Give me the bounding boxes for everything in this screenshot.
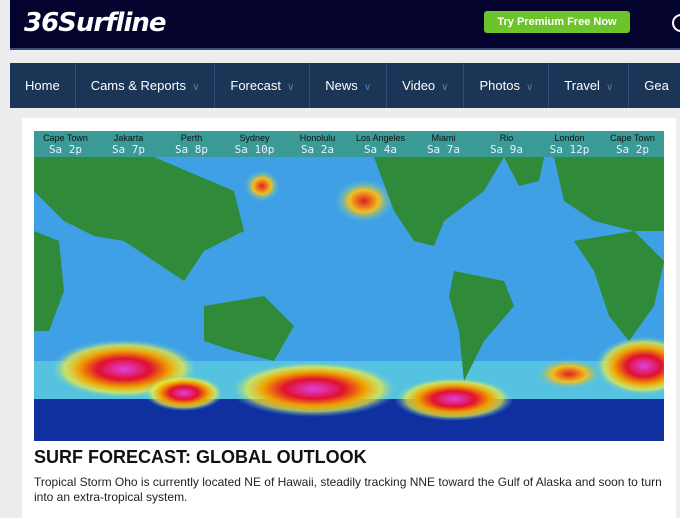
local-time: Sa 2p bbox=[615, 143, 650, 156]
chevron-down-icon: ∨ bbox=[192, 82, 200, 93]
nav-label: Home bbox=[25, 78, 60, 93]
forecast-description: Tropical Storm Oho is currently located … bbox=[34, 475, 662, 504]
nav-label: Photos bbox=[479, 78, 520, 93]
main-nav: Home Cams & Reports ∨ Forecast ∨ News ∨ Video ∨ P… bbox=[10, 63, 680, 108]
nav-label: Forecast bbox=[230, 78, 281, 93]
nav-item-gea[interactable]: Gea bbox=[629, 63, 680, 108]
location-label: Los Angeles Sa 4a bbox=[349, 131, 412, 157]
surfline-logo[interactable]: 36Surfline bbox=[24, 8, 167, 38]
location-label: Honolulu Sa 2a bbox=[286, 131, 349, 157]
global-swell-map[interactable]: Cape Town Sa 2p Jakarta Sa 7p Perth Sa 8p Sydn… bbox=[34, 131, 664, 441]
location-label: London Sa 12p bbox=[538, 131, 601, 157]
nav-item-photos[interactable]: Photos ∨ bbox=[464, 63, 550, 108]
chevron-down-icon: ∨ bbox=[441, 82, 449, 93]
chevron-down-icon: ∨ bbox=[525, 82, 534, 93]
search-icon[interactable] bbox=[672, 14, 680, 32]
nav-label: Gea bbox=[644, 78, 669, 93]
location-time-strip: Cape Town Sa 2p Jakarta Sa 7p Perth Sa 8p Sydn… bbox=[34, 131, 664, 157]
nav-label: Cams & Reports bbox=[90, 78, 187, 93]
try-premium-button[interactable]: Try Premium Free Now bbox=[484, 11, 630, 33]
chevron-down-icon: ∨ bbox=[605, 82, 614, 93]
location-label: Cape Town Sa 2p bbox=[601, 131, 664, 157]
location-label: Rio Sa 9a bbox=[475, 131, 538, 157]
page-title: SURF FORECAST: GLOBAL OUTLOOK bbox=[34, 447, 367, 467]
location-label: Cape Town Sa 2p bbox=[34, 131, 97, 157]
nav-item-travel[interactable]: Travel ∨ bbox=[549, 63, 630, 108]
location-label: Jakarta Sa 7p bbox=[97, 131, 160, 157]
location-label: Sydney Sa 10p bbox=[223, 131, 286, 157]
chevron-down-icon: ∨ bbox=[363, 82, 372, 93]
local-time: Sa 7a bbox=[426, 143, 461, 156]
city-name: Jakarta bbox=[113, 133, 144, 143]
location-label: Miami Sa 7a bbox=[412, 131, 475, 157]
local-time: Sa 10p bbox=[234, 143, 275, 156]
local-time: Sa 12p bbox=[549, 143, 590, 156]
chevron-down-icon: ∨ bbox=[286, 82, 295, 93]
nav-item-forecast[interactable]: Forecast ∨ bbox=[215, 63, 311, 108]
city-name: London bbox=[554, 133, 585, 143]
local-time: Sa 9a bbox=[489, 143, 524, 156]
local-time: Sa 8p bbox=[174, 143, 209, 156]
city-name: Miami bbox=[431, 133, 456, 143]
nav-label: Video bbox=[402, 78, 436, 93]
local-time: Sa 2p bbox=[48, 143, 83, 156]
nav-item-news[interactable]: News ∨ bbox=[310, 63, 388, 108]
city-name: Cape Town bbox=[610, 133, 655, 143]
top-header: 36Surfline Try Premium Free Now bbox=[10, 0, 680, 50]
swell-map-image bbox=[34, 157, 664, 441]
local-time: Sa 4a bbox=[363, 143, 398, 156]
local-time: Sa 7p bbox=[111, 143, 146, 156]
nav-label: Travel bbox=[564, 78, 600, 93]
city-name: Los Angeles bbox=[355, 133, 406, 143]
local-time: Sa 2a bbox=[300, 143, 335, 156]
city-name: Sydney bbox=[239, 133, 270, 143]
location-label: Perth Sa 8p bbox=[160, 131, 223, 157]
nav-item-home[interactable]: Home bbox=[10, 63, 76, 108]
nav-label: News bbox=[325, 78, 358, 93]
city-name: Honolulu bbox=[299, 133, 336, 143]
nav-item-cams-reports[interactable]: Cams & Reports ∨ bbox=[76, 63, 216, 108]
nav-item-video[interactable]: Video ∨ bbox=[387, 63, 465, 108]
city-name: Cape Town bbox=[43, 133, 88, 143]
city-name: Rio bbox=[499, 133, 514, 143]
city-name: Perth bbox=[180, 133, 203, 143]
